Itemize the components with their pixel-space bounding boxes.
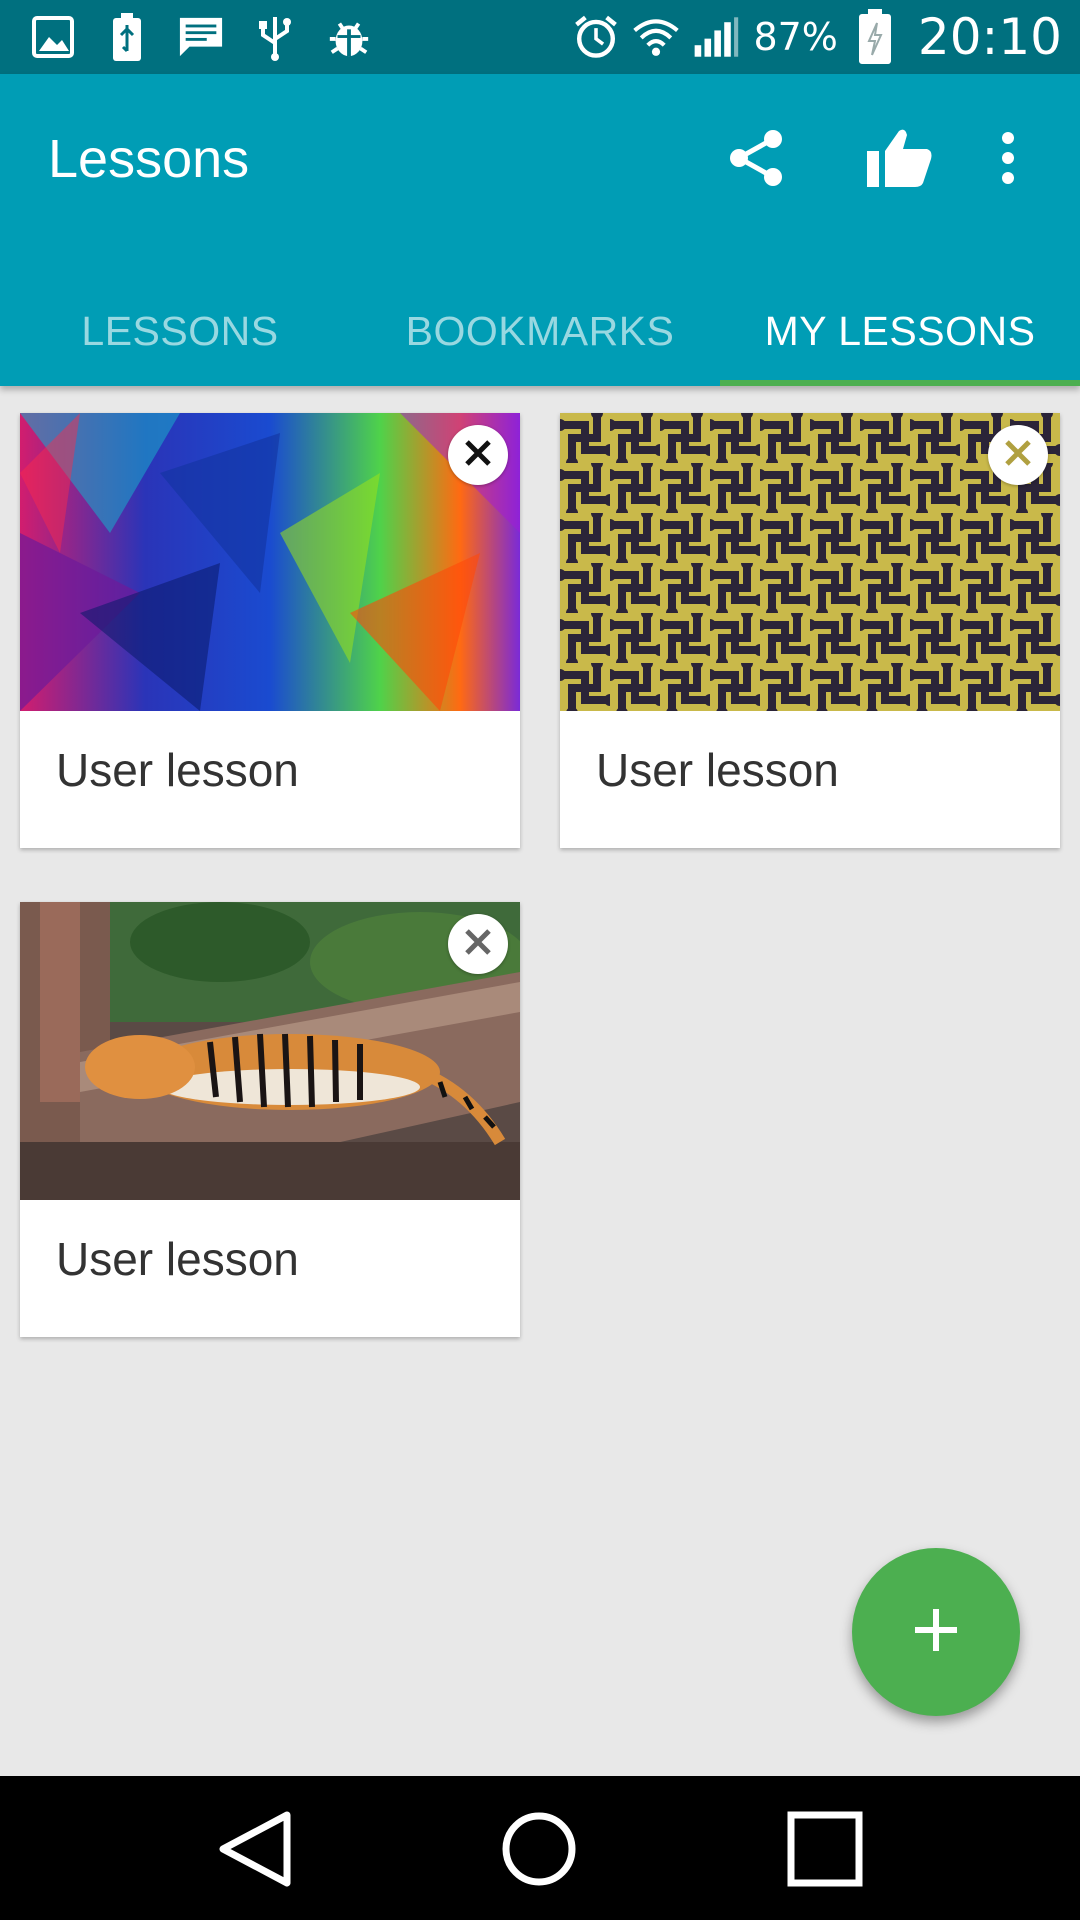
lesson-thumbnail [20,902,520,1200]
battery-percent: 87% [753,15,838,59]
alarm-icon [573,14,619,60]
lesson-card[interactable]: User lesson [20,413,520,848]
like-button[interactable] [860,120,940,200]
close-icon [463,438,493,472]
remove-lesson-button[interactable] [448,914,508,974]
app-bar: Lessons LESSONS BOOKMARKS MY LESSONS [0,74,1080,386]
wifi-icon [633,14,680,60]
back-icon [215,1809,295,1893]
signal-icon [693,14,739,60]
thumb-up-icon [865,127,935,193]
plus-icon [911,1605,961,1659]
lesson-thumbnail [560,413,1060,711]
more-vert-icon [998,130,1018,190]
back-button[interactable] [205,1806,305,1896]
usb-icon [252,14,298,61]
close-icon [463,927,493,961]
remove-lesson-button[interactable] [988,425,1048,485]
lesson-title: User lesson [56,744,299,796]
battery-charging-icon [852,9,898,64]
close-icon [1003,438,1033,472]
remove-lesson-button[interactable] [448,425,508,485]
share-button[interactable] [716,120,796,200]
tab-my-lessons[interactable]: MY LESSONS [720,284,1080,386]
debug-icon [326,14,372,60]
home-button[interactable] [489,1806,589,1896]
lesson-thumbnail [20,413,520,711]
lesson-card[interactable]: User lesson [20,902,520,1337]
tab-lessons[interactable]: LESSONS [0,284,360,386]
add-lesson-button[interactable] [852,1548,1020,1716]
tab-bar: LESSONS BOOKMARKS MY LESSONS [0,284,1080,386]
more-options-button[interactable] [968,120,1048,200]
battery-usb-icon [104,13,150,61]
lesson-title: User lesson [56,1233,299,1285]
recents-icon [785,1809,865,1893]
tab-bookmarks[interactable]: BOOKMARKS [360,284,720,386]
image-icon [30,14,76,60]
recents-button[interactable] [775,1806,875,1896]
home-icon [499,1809,579,1893]
navigation-bar [0,1776,1080,1920]
page-title: Lessons [48,129,250,189]
status-bar: 87% 20:10 [0,0,1080,74]
lesson-card[interactable]: User lesson [560,413,1060,848]
lesson-title: User lesson [596,744,839,796]
status-right-icons: 87% 20:10 [573,0,1062,74]
message-icon [178,14,224,60]
share-icon [725,127,787,193]
clock: 20:10 [917,8,1062,66]
status-left-icons [30,10,372,64]
